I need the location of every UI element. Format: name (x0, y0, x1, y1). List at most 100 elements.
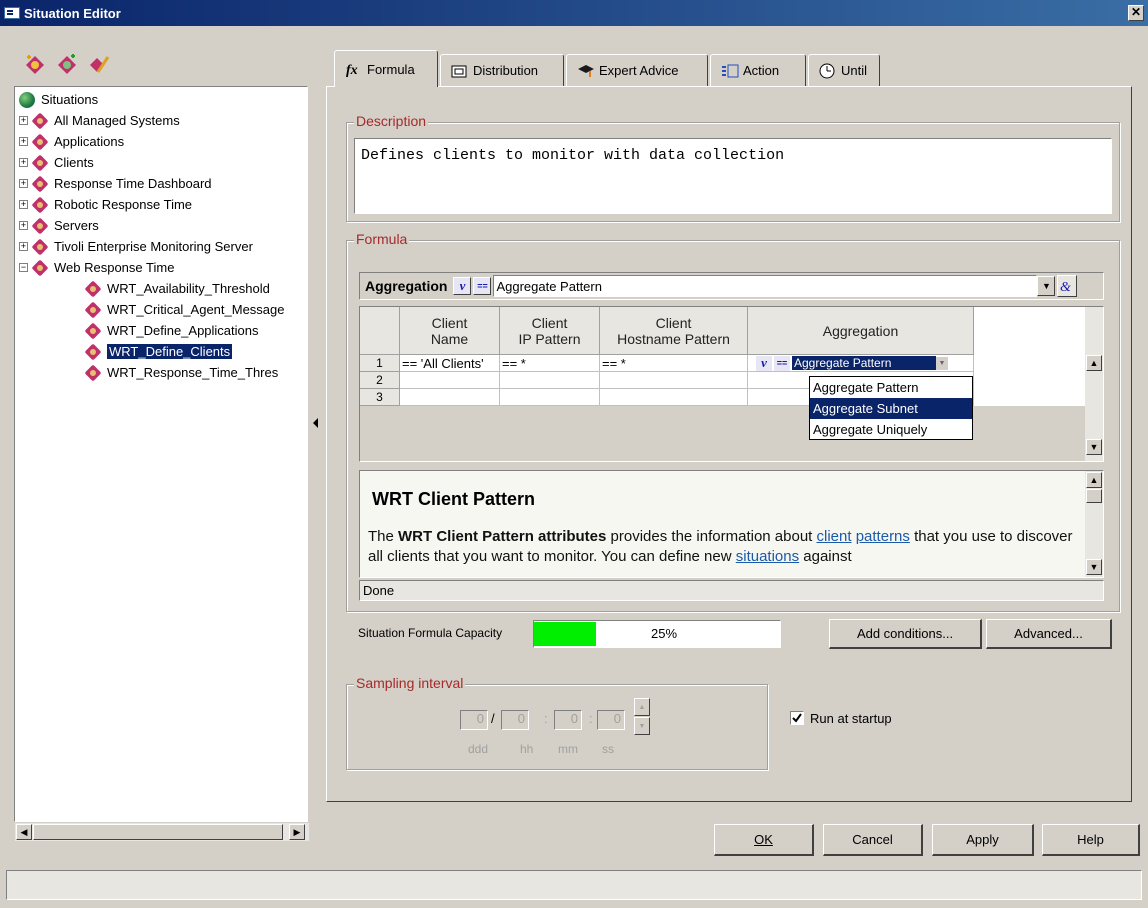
scroll-right-icon[interactable]: ▶ (289, 824, 305, 840)
scroll-thumb[interactable] (1086, 489, 1102, 503)
ip-pattern-cell[interactable] (500, 372, 600, 389)
row-number[interactable]: 1 (360, 355, 400, 372)
fx-icon: fx (345, 61, 361, 78)
help-button[interactable]: Help (1042, 824, 1140, 856)
tree-child-item[interactable]: WRT_Define_Applications (85, 320, 259, 341)
tree-item[interactable]: + Servers (19, 215, 99, 236)
formula-grid[interactable]: Client Name Client IP Pattern Client Hostna… (359, 306, 1104, 462)
dropdown-option-highlighted[interactable]: Aggregate Subnet (810, 398, 972, 419)
collapse-icon[interactable]: − (19, 263, 28, 272)
expand-icon[interactable]: + (19, 200, 28, 209)
attribute-help-pane: WRT Client Pattern The WRT Client Patter… (359, 470, 1104, 578)
column-header[interactable]: Client Hostname Pattern (600, 307, 748, 355)
tab-label: Distribution (473, 63, 539, 78)
capacity-bar: 25% (533, 620, 781, 648)
scroll-up-icon[interactable]: ▲ (1086, 472, 1102, 488)
expand-icon[interactable]: + (19, 158, 28, 167)
tree-item[interactable]: + Clients (19, 152, 94, 173)
tab-formula[interactable]: fx Formula (334, 50, 438, 87)
ok-button[interactable]: OK (714, 824, 814, 856)
tree-item[interactable]: + All Managed Systems (19, 110, 180, 131)
row-number[interactable]: 2 (360, 372, 400, 389)
cancel-button[interactable]: Cancel (823, 824, 923, 856)
ok-label: OK (754, 832, 773, 847)
expand-icon[interactable]: + (19, 116, 28, 125)
chevron-down-icon[interactable]: ▼ (1037, 276, 1056, 296)
value-function-icon[interactable]: v (756, 355, 772, 371)
help-vertical-scrollbar[interactable]: ▲ ▼ (1085, 471, 1103, 577)
unit-label: hh (520, 742, 534, 756)
client-link[interactable]: client (817, 528, 852, 545)
tree-child-item[interactable]: WRT_Availability_Threshold (85, 278, 270, 299)
aggregation-cell-value[interactable]: Aggregate Pattern (792, 356, 936, 370)
tree-item[interactable]: + Applications (19, 131, 124, 152)
patterns-link[interactable]: patterns (856, 528, 910, 545)
collapse-arrow-icon[interactable] (313, 418, 318, 428)
capacity-fill (534, 622, 596, 646)
ip-pattern-cell[interactable] (500, 389, 600, 406)
close-button[interactable]: ✕ (1128, 5, 1144, 21)
hostname-pattern-cell[interactable] (600, 372, 748, 389)
tree-item[interactable]: + Response Time Dashboard (19, 173, 212, 194)
column-header[interactable]: Aggregation (748, 307, 974, 355)
hostname-pattern-cell[interactable] (600, 389, 748, 406)
expand-icon[interactable]: + (19, 179, 28, 188)
edit-situation-icon[interactable] (88, 54, 110, 76)
horizontal-scrollbar[interactable]: ◀ ▶ (15, 823, 309, 841)
grid-vertical-scrollbar[interactable]: ▲ ▼ (1085, 307, 1103, 461)
aggregation-dropdown-list[interactable]: Aggregate Pattern Aggregate Subnet Aggre… (809, 376, 973, 440)
tree-item[interactable]: − Web Response Time (19, 257, 174, 278)
advanced-button[interactable]: Advanced... (986, 619, 1112, 649)
aggregation-cell[interactable]: v == Aggregate Pattern ▼ (748, 355, 974, 372)
run-at-startup-label: Run at startup (810, 711, 892, 726)
tree-item[interactable]: + Robotic Response Time (19, 194, 192, 215)
expand-icon[interactable]: + (19, 242, 28, 251)
description-field[interactable]: Defines clients to monitor with data col… (354, 138, 1112, 214)
scroll-down-icon[interactable]: ▼ (1086, 439, 1102, 455)
scroll-down-icon[interactable]: ▼ (1086, 559, 1102, 575)
tree-item[interactable]: + Tivoli Enterprise Monitoring Server (19, 236, 253, 257)
scroll-up-icon[interactable]: ▲ (1086, 355, 1102, 371)
days-separator: / (491, 711, 495, 726)
column-header[interactable]: Client Name (400, 307, 500, 355)
tree-child-item[interactable]: WRT_Critical_Agent_Message (85, 299, 285, 320)
dropdown-option[interactable]: Aggregate Pattern (810, 377, 972, 398)
tab-action[interactable]: Action (710, 54, 806, 86)
column-header[interactable]: Client IP Pattern (500, 307, 600, 355)
tab-expert-advice[interactable]: Expert Advice (566, 54, 708, 86)
tree-root[interactable]: Situations (19, 89, 98, 110)
tree-child-item[interactable]: WRT_Response_Time_Thres (85, 362, 278, 383)
tab-distribution[interactable]: Distribution (440, 54, 564, 86)
until-icon (819, 63, 835, 79)
left-pane: Situations + All Managed Systems + Appli… (14, 44, 309, 841)
chevron-down-icon[interactable]: ▼ (936, 356, 948, 370)
run-at-startup-checkbox[interactable] (790, 711, 804, 725)
globe-icon (19, 91, 35, 108)
equals-operator-icon[interactable]: == (774, 355, 790, 371)
aggregation-select[interactable]: Aggregate Pattern (493, 275, 1038, 297)
create-situation-icon[interactable] (56, 54, 78, 76)
tree-child-item-selected[interactable]: WRT_Define_Clients (85, 341, 233, 362)
formula-editor-icon[interactable]: & (1057, 275, 1078, 297)
dropdown-option[interactable]: Aggregate Uniquely (810, 419, 972, 440)
row-number[interactable]: 3 (360, 389, 400, 406)
situations-tree[interactable]: Situations + All Managed Systems + Appli… (14, 86, 309, 841)
client-name-cell[interactable] (400, 372, 500, 389)
situations-link[interactable]: situations (736, 548, 799, 565)
new-situation-icon[interactable] (24, 54, 46, 76)
add-conditions-button[interactable]: Add conditions... (829, 619, 982, 649)
expand-icon[interactable]: + (19, 221, 28, 230)
scroll-left-icon[interactable]: ◀ (16, 824, 32, 840)
scroll-thumb[interactable] (33, 824, 283, 840)
hostname-pattern-cell[interactable]: == * (600, 355, 748, 372)
ip-pattern-cell[interactable]: == * (500, 355, 600, 372)
equals-operator-icon[interactable]: == (473, 277, 492, 295)
expand-icon[interactable]: + (19, 137, 28, 146)
tab-until[interactable]: Until (808, 54, 880, 86)
apply-button[interactable]: Apply (932, 824, 1034, 856)
client-name-cell[interactable] (400, 389, 500, 406)
svg-text:fx: fx (346, 63, 358, 77)
value-function-icon[interactable]: v (453, 277, 472, 295)
tree-item-label: Web Response Time (54, 260, 175, 275)
client-name-cell[interactable]: == 'All Clients' (400, 355, 500, 372)
